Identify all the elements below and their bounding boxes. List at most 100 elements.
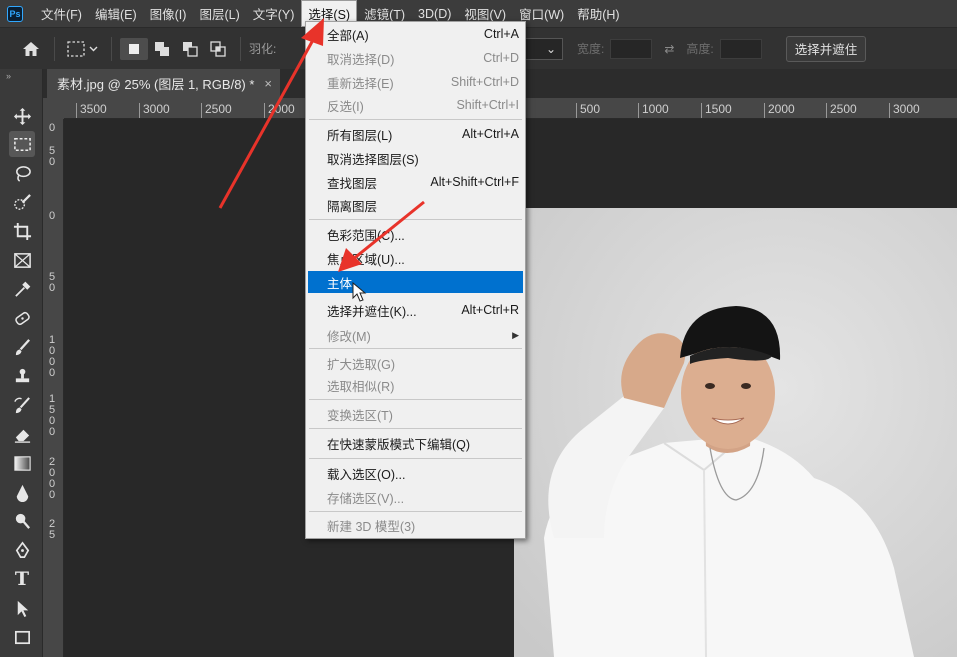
document-tab[interactable]: 素材.jpg @ 25% (图层 1, RGB/8) * × (47, 69, 281, 98)
gradient-tool-icon[interactable] (9, 450, 35, 476)
move-tool-icon[interactable] (9, 103, 35, 129)
blur-tool-icon[interactable] (9, 479, 35, 505)
menu-item-shortcut: Alt+Shift+Ctrl+F (430, 175, 519, 189)
menu-item-quick-mask[interactable]: 在快速蒙版模式下编辑(Q) (308, 432, 523, 454)
healing-brush-tool-icon[interactable] (9, 305, 35, 331)
new-selection-icon[interactable] (120, 37, 148, 60)
eyedropper-tool-icon[interactable] (9, 276, 35, 302)
ruler-tick: 2500 (201, 103, 232, 118)
select-and-mask-button[interactable]: 选择并遮住 (785, 35, 867, 62)
menu-separator (309, 219, 522, 220)
select-menu-dropdown: 全部(A) Ctrl+A 取消选择(D) Ctrl+D 重新选择(E) Shift+C… (305, 21, 526, 539)
marquee-tool-icon[interactable] (9, 131, 35, 157)
menu-item-deselect-layers[interactable]: 取消选择图层(S) (308, 147, 523, 169)
menu-item-label: 存储选区(V)... (327, 491, 405, 506)
ruler-digit: 0 (48, 367, 56, 379)
close-tab-icon[interactable]: × (264, 76, 272, 91)
ruler-tick: 2000 (764, 103, 795, 118)
menu-item-subject[interactable]: 主体 (308, 271, 523, 293)
menu-item-deselect[interactable]: 取消选择(D) Ctrl+D (308, 47, 523, 69)
height-input[interactable] (719, 38, 762, 59)
lasso-tool-icon[interactable] (9, 160, 35, 186)
clone-stamp-tool-icon[interactable] (9, 363, 35, 389)
quick-selection-tool-icon[interactable] (9, 189, 35, 215)
type-tool-icon[interactable]: T (9, 566, 35, 592)
ruler-tick: 3000 (889, 103, 920, 118)
ruler-digit: 0 (48, 426, 56, 438)
menu-item-similar[interactable]: 选取相似(R) (308, 374, 523, 396)
menu-item-grow[interactable]: 扩大选取(G) (308, 352, 523, 374)
ruler-tick: 500 (576, 103, 600, 118)
ruler-tick: 3500 (76, 103, 107, 118)
menu-item-shortcut: Ctrl+D (483, 51, 519, 65)
menu-item-reselect[interactable]: 重新选择(E) Shift+Ctrl+D (308, 71, 523, 93)
menu-separator (309, 458, 522, 459)
menu-edit[interactable]: 编辑(E) (89, 1, 143, 26)
menu-item-isolate-layers[interactable]: 隔离图层 (308, 194, 523, 216)
submenu-arrow-icon: ▶ (512, 329, 519, 340)
menu-item-shortcut: Alt+Ctrl+R (461, 303, 519, 317)
menu-help[interactable]: 帮助(H) (571, 1, 625, 26)
crop-tool-icon[interactable] (9, 218, 35, 244)
menu-item-shortcut: Alt+Ctrl+A (462, 127, 519, 141)
collapse-panel-icon[interactable]: » (6, 71, 11, 81)
menu-item-label: 全部(A) (327, 28, 369, 43)
menu-item-all-layers[interactable]: 所有图层(L) Alt+Ctrl+A (308, 123, 523, 145)
menu-item-label: 修改(M) (327, 329, 371, 344)
menu-item-label: 变换选区(T) (327, 408, 393, 423)
menu-item-focus-area[interactable]: 焦点区域(U)... (308, 247, 523, 269)
menu-item-load-selection[interactable]: 载入选区(O)... (308, 462, 523, 484)
divider (111, 36, 112, 61)
menu-item-label: 选择并遮住(K)... (327, 304, 417, 319)
height-label: 高度: (686, 42, 714, 56)
add-to-selection-icon[interactable] (148, 38, 176, 60)
vertical-ruler[interactable]: 0 5 0 0 5 0 1 0 0 0 1 5 0 0 2 0 0 0 2 5 (43, 119, 64, 657)
menu-item-label: 扩大选取(G) (327, 357, 396, 372)
menu-item-modify[interactable]: 修改(M) ▶ (308, 324, 523, 346)
eraser-tool-icon[interactable] (9, 421, 35, 447)
document-title: 素材.jpg @ 25% (图层 1, RGB/8) * (57, 77, 255, 92)
ruler-origin[interactable] (43, 98, 64, 119)
menu-file[interactable]: 文件(F) (35, 1, 88, 26)
swap-dimensions-icon[interactable]: ⇄ (652, 38, 686, 60)
ruler-digit: 0 (48, 156, 56, 168)
menu-item-label: 所有图层(L) (327, 128, 393, 143)
menu-item-label: 重新选择(E) (327, 76, 394, 91)
menu-item-select-and-mask[interactable]: 选择并遮住(K)... Alt+Ctrl+R (308, 299, 523, 321)
menu-item-label: 选取相似(R) (327, 379, 395, 394)
menu-item-inverse[interactable]: 反选(I) Shift+Ctrl+I (308, 94, 523, 116)
menu-separator (309, 511, 522, 512)
menu-item-select-all[interactable]: 全部(A) Ctrl+A (308, 23, 523, 45)
menu-item-transform-selection[interactable]: 变换选区(T) (308, 403, 523, 425)
menu-item-save-selection[interactable]: 存储选区(V)... (308, 486, 523, 508)
menu-type[interactable]: 文字(Y) (247, 1, 301, 26)
menu-item-label: 取消选择图层(S) (327, 152, 419, 167)
path-selection-tool-icon[interactable] (9, 595, 35, 621)
menu-item-label: 反选(I) (327, 99, 364, 114)
menu-item-color-range[interactable]: 色彩范围(C)... (308, 223, 523, 245)
marquee-preset-picker[interactable] (63, 38, 103, 60)
menu-item-new-3d-extrusion[interactable]: 新建 3D 模型(3) (308, 514, 523, 536)
person-photo-illustration (514, 208, 957, 657)
menu-item-label: 焦点区域(U)... (327, 252, 405, 267)
photo-person-in-cap[interactable] (514, 208, 957, 657)
menu-layer[interactable]: 图层(L) (193, 1, 245, 26)
menu-image[interactable]: 图像(I) (144, 1, 193, 26)
intersect-selection-icon[interactable] (204, 38, 232, 60)
history-brush-tool-icon[interactable] (9, 392, 35, 418)
width-input[interactable] (610, 38, 653, 59)
menu-separator (309, 119, 522, 120)
ruler-digit: 5 (48, 529, 56, 541)
dodge-tool-icon[interactable] (9, 508, 35, 534)
tools-panel: » T (0, 69, 43, 657)
pen-tool-icon[interactable] (9, 537, 35, 563)
menu-item-label: 载入选区(O)... (327, 467, 406, 482)
frame-tool-icon[interactable] (9, 247, 35, 273)
brush-tool-icon[interactable] (9, 334, 35, 360)
rectangle-tool-icon[interactable] (9, 624, 35, 650)
menu-item-label: 隔离图层 (327, 199, 378, 214)
subtract-from-selection-icon[interactable] (176, 38, 204, 60)
menu-item-find-layers[interactable]: 查找图层 Alt+Shift+Ctrl+F (308, 171, 523, 193)
menu-item-shortcut: Shift+Ctrl+D (450, 75, 519, 89)
home-icon[interactable] (16, 38, 46, 60)
